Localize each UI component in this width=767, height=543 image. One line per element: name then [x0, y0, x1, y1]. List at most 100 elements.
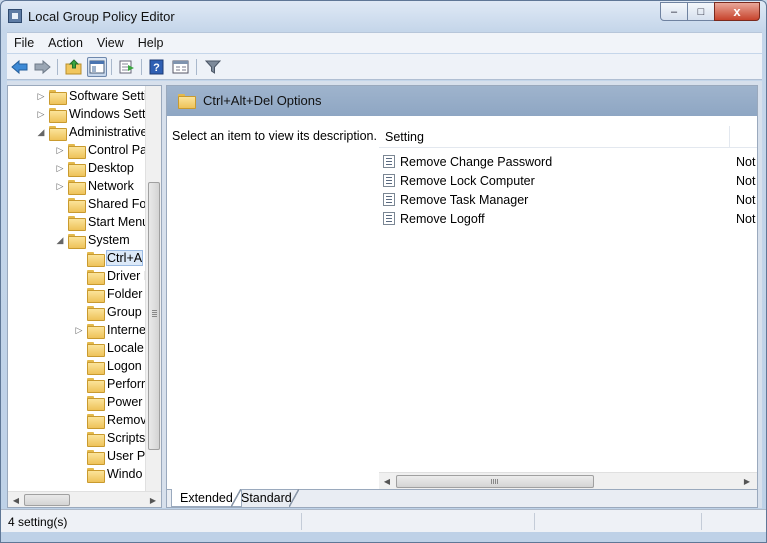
settings-horizontal-scroll-thumb[interactable] [396, 475, 594, 488]
tree-item-group-policy[interactable]: Group [74, 303, 142, 321]
filter-button[interactable] [203, 57, 223, 77]
caption-buttons: – □ x [660, 2, 760, 21]
menu-action[interactable]: Action [41, 36, 90, 50]
tree-item-shared-folders[interactable]: Shared Fol [55, 195, 149, 213]
tree-item-network[interactable]: ▷ Network [55, 177, 134, 195]
setting-name: Remove Lock Computer [400, 173, 535, 188]
folder-icon [68, 233, 86, 249]
tree-item-control-panel[interactable]: ▷ Control Pa [55, 141, 147, 159]
tree-item-ctrl-alt-del[interactable]: Ctrl+A [74, 249, 144, 267]
folder-icon [87, 323, 105, 339]
expand-arrow-icon[interactable]: ▷ [55, 163, 65, 174]
setting-row[interactable]: Remove Change Password Not [383, 152, 757, 171]
description-text: Select an item to view its description. [172, 129, 377, 143]
tree-item-label: Windows Sett [69, 107, 146, 121]
tree-item-locale-services[interactable]: Locale [74, 339, 144, 357]
expand-arrow-icon[interactable]: ▷ [36, 91, 46, 102]
expand-arrow-icon[interactable]: ▷ [36, 109, 46, 120]
console-tree: ▷ Software Setti ▷ Windows Sett ◢ Administr… [7, 85, 162, 508]
description-panel: Select an item to view its description. [167, 116, 379, 489]
properties-button[interactable] [171, 57, 191, 77]
status-divider [301, 513, 302, 530]
tree-item-removable-storage[interactable]: Remov [74, 411, 147, 429]
menu-help[interactable]: Help [131, 36, 171, 50]
tree-item-start-menu[interactable]: Start Menu [55, 213, 149, 231]
scroll-left-arrow-icon[interactable]: ◀ [9, 493, 23, 507]
tree-item-driver-installation[interactable]: Driver I [74, 267, 147, 285]
folder-icon [87, 341, 105, 357]
settings-list: Setting Remove Change Password Not Remove… [379, 116, 757, 489]
policy-setting-icon [383, 155, 395, 168]
properties-icon [172, 60, 189, 74]
tree-item-performance-control[interactable]: Perforr [74, 375, 145, 393]
tree-item-administrative-templates[interactable]: ◢ Administrative [36, 123, 148, 141]
show-hide-tree-button[interactable] [87, 57, 107, 77]
folder-icon [87, 269, 105, 285]
scroll-left-arrow-icon[interactable]: ◀ [380, 474, 394, 488]
setting-row[interactable]: Remove Lock Computer Not [383, 171, 757, 190]
setting-state: Not [736, 174, 756, 188]
setting-state: Not [736, 212, 756, 226]
settings-list-header: Setting [379, 126, 757, 148]
tree-vertical-scrollbar[interactable] [145, 86, 161, 491]
menu-file[interactable]: File [7, 36, 41, 50]
close-button[interactable]: x [714, 2, 760, 21]
status-divider [701, 513, 702, 530]
tree-item-label: Control Pa [88, 143, 148, 157]
menu-view[interactable]: View [90, 36, 131, 50]
folder-icon [87, 413, 105, 429]
tree-vertical-scroll-thumb[interactable] [148, 182, 160, 450]
tree-item-software-settings[interactable]: ▷ Software Setti [36, 87, 147, 105]
expand-arrow-icon[interactable]: ▷ [55, 181, 65, 192]
tree-item-scripts[interactable]: Scripts [74, 429, 145, 447]
setting-name: Remove Logoff [400, 211, 485, 226]
toolbar-separator [57, 59, 58, 75]
setting-state: Not [736, 155, 756, 169]
collapse-arrow-icon[interactable]: ◢ [55, 235, 65, 246]
settings-horizontal-scrollbar[interactable]: ◀ ▶ [379, 472, 757, 489]
tree-item-system[interactable]: ◢ System [55, 231, 130, 249]
scroll-right-arrow-icon[interactable]: ▶ [740, 474, 754, 488]
tree-horizontal-scroll-thumb[interactable] [24, 494, 70, 506]
column-header-setting[interactable]: Setting [385, 130, 424, 144]
tree-item-label: User Pr [107, 449, 150, 463]
expand-arrow-icon[interactable]: ▷ [55, 145, 65, 156]
tree-item-internet-communication[interactable]: ▷ Interne [74, 321, 146, 339]
tree-item-logon[interactable]: Logon [74, 357, 142, 375]
setting-state: Not [736, 193, 756, 207]
tree-item-power-management[interactable]: Power [74, 393, 142, 411]
tree-item-label: Network [88, 179, 134, 193]
setting-row[interactable]: Remove Logoff Not [383, 209, 757, 228]
forward-button[interactable] [32, 57, 52, 77]
expand-arrow-icon[interactable]: ▷ [74, 325, 84, 336]
maximize-button[interactable]: □ [687, 2, 715, 21]
folder-icon [87, 287, 105, 303]
folder-icon [178, 94, 196, 109]
up-level-button[interactable] [64, 57, 84, 77]
tree-item-user-profiles[interactable]: User Pr [74, 447, 149, 465]
title-bar[interactable]: Local Group Policy Editor – □ x [1, 1, 766, 31]
collapse-arrow-icon[interactable]: ◢ [36, 127, 46, 138]
tree-item-folder-redirection[interactable]: Folder [74, 285, 142, 303]
window-title: Local Group Policy Editor [28, 9, 175, 24]
tree-item-windows-file-protection[interactable]: Windo [74, 465, 142, 483]
export-list-button[interactable] [117, 57, 137, 77]
scroll-right-arrow-icon[interactable]: ▶ [146, 493, 160, 507]
column-divider[interactable] [729, 126, 730, 148]
tree-item-desktop[interactable]: ▷ Desktop [55, 159, 134, 177]
tree-horizontal-scrollbar[interactable]: ◀ ▶ [8, 491, 161, 507]
minimize-button[interactable]: – [660, 2, 688, 21]
policy-setting-icon [383, 174, 395, 187]
maximize-icon: □ [697, 5, 705, 18]
help-button[interactable]: ? [147, 57, 167, 77]
tree-item-label: Ctrl+A [105, 250, 144, 266]
setting-row[interactable]: Remove Task Manager Not [383, 190, 757, 209]
back-button[interactable] [10, 57, 30, 77]
folder-icon [68, 215, 86, 231]
folder-up-icon [65, 59, 82, 75]
folder-icon [68, 143, 86, 159]
folder-icon [68, 197, 86, 213]
tree-item-windows-settings[interactable]: ▷ Windows Sett [36, 105, 145, 123]
folder-icon [68, 161, 86, 177]
help-icon: ? [149, 59, 164, 75]
